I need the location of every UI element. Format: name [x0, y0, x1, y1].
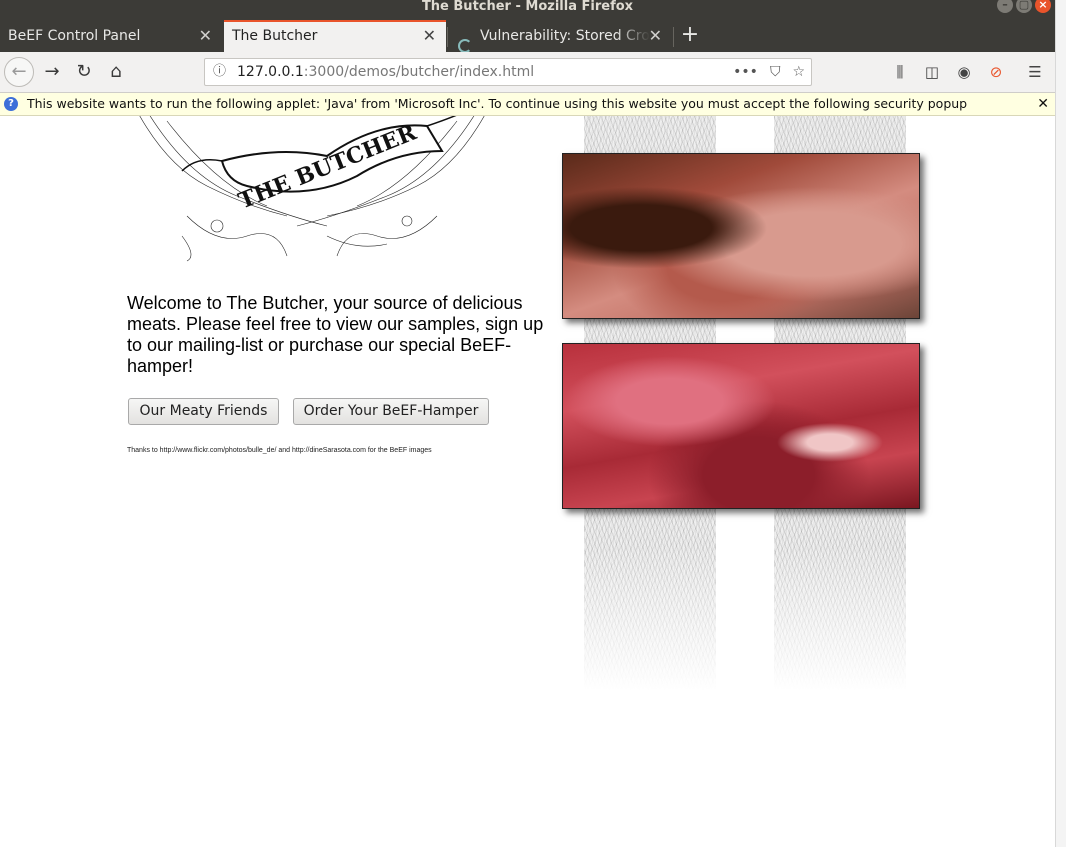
extension-icon[interactable]: ⊘ — [984, 58, 1008, 86]
window-title: The Butcher - Mozilla Firefox — [421, 0, 634, 14]
url-path: :3000/demos/butcher/index.html — [303, 64, 535, 80]
back-arrow-icon[interactable]: ← — [4, 57, 34, 87]
library-icon[interactable]: ⫼ — [888, 58, 912, 86]
tab-beef-control-panel[interactable]: BeEF Control Panel ✕ — [0, 20, 222, 52]
window-controls: – ▢ × — [997, 0, 1051, 13]
roast-beef-image — [562, 153, 920, 319]
butcher-logo: THE BUTCHER — [139, 116, 485, 262]
pocket-icon[interactable]: ⛉ — [770, 59, 781, 85]
forward-arrow-icon[interactable]: → — [38, 58, 66, 86]
tab-close-icon[interactable]: ✕ — [649, 20, 662, 52]
url-bar[interactable]: ⓘ 127.0.0.1:3000/demos/butcher/index.htm… — [204, 58, 812, 86]
notification-bar: ? This website wants to run the followin… — [0, 93, 1055, 116]
tab-the-butcher[interactable]: The Butcher ✕ — [224, 20, 446, 52]
minimize-icon[interactable]: – — [997, 0, 1013, 13]
url-host: 127.0.0.1 — [237, 64, 304, 80]
reload-icon[interactable]: ↻ — [70, 58, 98, 86]
window-close-icon[interactable]: × — [1035, 0, 1051, 13]
notification-close-icon[interactable]: ✕ — [1037, 93, 1049, 115]
window-titlebar: The Butcher - Mozilla Firefox – ▢ × — [0, 0, 1055, 15]
home-icon[interactable]: ⌂ — [102, 58, 130, 86]
page-content: THE BUTCHER Welcome to The Butcher, your… — [0, 116, 1055, 847]
maximize-icon[interactable]: ▢ — [1016, 0, 1032, 13]
page-actions-icon[interactable]: ••• — [733, 59, 758, 85]
url-text[interactable]: 127.0.0.1:3000/demos/butcher/index.html — [237, 59, 534, 85]
menu-hamburger-icon[interactable]: ☰ — [1023, 58, 1047, 86]
new-tab-icon[interactable]: + — [678, 20, 702, 50]
bookmark-star-icon[interactable]: ☆ — [792, 59, 805, 85]
sidebar-icon[interactable]: ◫ — [920, 58, 944, 86]
raw-steak-image — [562, 343, 920, 509]
question-icon: ? — [4, 97, 18, 111]
tab-separator — [673, 27, 674, 47]
tab-label: Vulnerability: Stored Cross — [480, 28, 650, 44]
page-scrollbar[interactable] — [1055, 0, 1066, 847]
notification-text: This website wants to run the following … — [27, 96, 968, 111]
account-icon[interactable]: ◉ — [952, 58, 976, 86]
navigation-toolbar: ← → ↻ ⌂ ⓘ 127.0.0.1:3000/demos/butcher/i… — [0, 52, 1055, 93]
tab-label: BeEF Control Panel — [8, 28, 141, 44]
loading-spinner-icon — [458, 39, 472, 52]
tab-label: The Butcher — [232, 28, 318, 44]
our-meaty-friends-button[interactable]: Our Meaty Friends — [128, 398, 279, 425]
order-beef-hamper-button[interactable]: Order Your BeEF-Hamper — [293, 398, 489, 425]
tab-vulnerability[interactable]: Vulnerability: Stored Cross ✕ — [450, 20, 672, 52]
tab-close-icon[interactable]: ✕ — [199, 20, 212, 52]
info-icon[interactable]: ⓘ — [213, 59, 226, 85]
tab-bar: BeEF Control Panel ✕ The Butcher ✕ Vulne… — [0, 15, 1055, 52]
url-actions: ••• ⛉ ☆ — [733, 59, 805, 85]
welcome-text: Welcome to The Butcher, your source of d… — [127, 293, 544, 376]
image-credits: Thanks to http://www.flickr.com/photos/b… — [127, 447, 432, 454]
tab-close-icon[interactable]: ✕ — [423, 22, 436, 50]
tab-separator — [447, 27, 448, 47]
